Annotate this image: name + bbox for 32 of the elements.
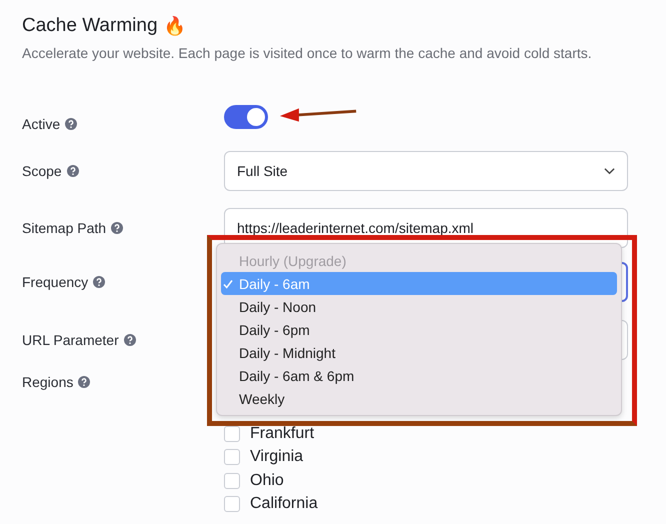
checkbox-label: Ohio (250, 472, 284, 490)
field-label: Sitemap Path (22, 220, 106, 236)
field-label: Regions (22, 374, 74, 390)
help-icon[interactable] (124, 334, 136, 346)
select-field[interactable]: Full Site (224, 151, 628, 191)
checkbox-label: California (250, 495, 318, 514)
section-description: Accelerate your website. Each page is visited once to warm the cache and avoid cold starts. (22, 45, 593, 61)
dropdown-option[interactable]: Weekly (221, 387, 617, 410)
checkbox-label: Virginia (250, 448, 304, 466)
help-icon[interactable] (66, 165, 79, 177)
section-title: Cache Warming (22, 15, 158, 37)
field-label: Frequency (22, 274, 88, 290)
dropdown-option[interactable]: Daily - Noon (221, 295, 617, 318)
checkbox[interactable] (224, 449, 240, 466)
checkbox-label: Frankfurt (250, 424, 314, 443)
dropdown-option[interactable]: Daily - Midnight (221, 341, 617, 364)
dropdown-option[interactable]: Daily - 6pm (221, 318, 617, 341)
checkbox[interactable] (224, 426, 240, 442)
toggle-switch[interactable] (224, 105, 268, 129)
help-icon[interactable] (111, 222, 124, 234)
help-icon[interactable] (78, 376, 90, 388)
help-icon[interactable] (93, 276, 106, 288)
field-label: URL Parameter (22, 332, 119, 348)
dropdown-option[interactable]: Daily - 6am & 6pm (221, 364, 617, 387)
checkmark-icon (223, 278, 233, 288)
fire-icon: 🔥 (164, 15, 186, 37)
field-label: Scope (22, 163, 62, 179)
help-icon[interactable] (65, 118, 78, 130)
field-label: Active (22, 116, 60, 132)
chevron-down-icon (604, 167, 615, 175)
checkbox[interactable] (224, 496, 240, 512)
checkbox[interactable] (224, 472, 240, 489)
